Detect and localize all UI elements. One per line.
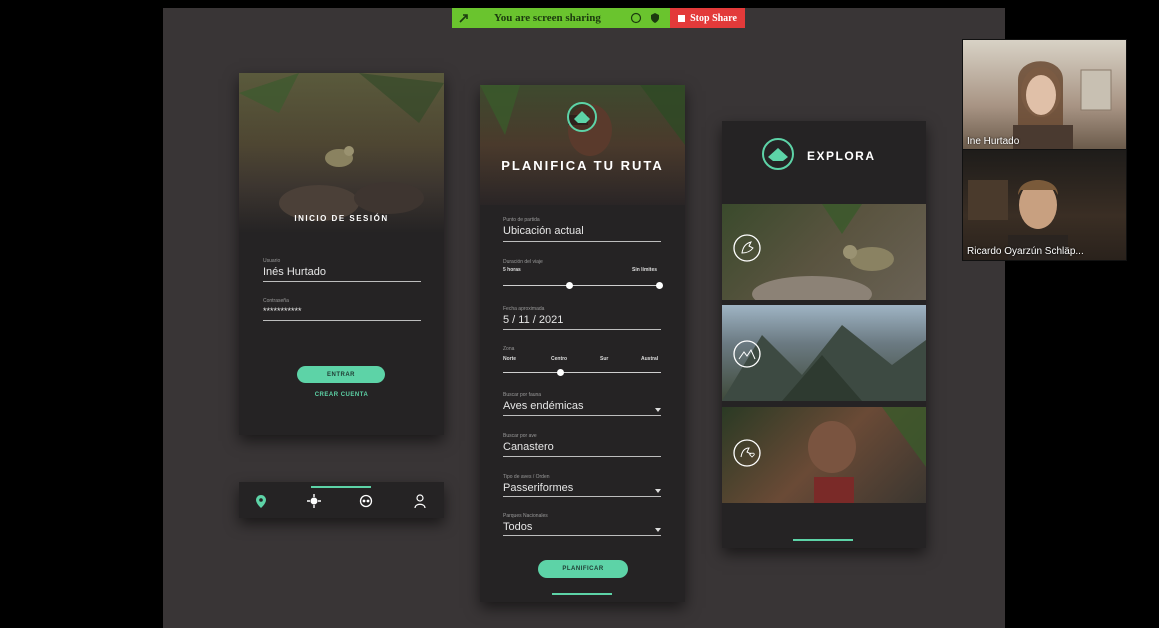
- parks-label: Parques Nacionales: [503, 513, 548, 519]
- mountain-icon: [733, 340, 761, 368]
- stop-share-label: Stop Share: [690, 12, 737, 24]
- compass-icon[interactable]: [307, 494, 321, 508]
- enter-button[interactable]: ENTRAR: [297, 366, 385, 383]
- date-field[interactable]: 5 / 11 / 2021: [503, 314, 563, 326]
- create-account-link[interactable]: CREAR CUENTA: [239, 392, 444, 398]
- bird-icon: [733, 234, 761, 262]
- bird-field[interactable]: Canastero: [503, 441, 554, 453]
- fauna-underline: [503, 415, 661, 416]
- user-field[interactable]: Inés Hurtado: [263, 266, 326, 278]
- app-logo-icon: [567, 102, 597, 132]
- plan-route-screen: PLANIFICA TU RUTA Punto de partida Ubica…: [480, 85, 685, 602]
- zone-sur[interactable]: Sur: [600, 356, 608, 362]
- fauna-dropdown-icon[interactable]: [655, 408, 661, 412]
- duration-slider-handle-max[interactable]: [656, 282, 663, 289]
- explore-screen: EXPLORA: [722, 121, 926, 548]
- zone-slider[interactable]: [503, 372, 661, 373]
- stop-share-button[interactable]: Stop Share: [670, 8, 745, 28]
- type-select[interactable]: Passeriformes: [503, 482, 573, 494]
- zone-label: Zona: [503, 346, 515, 352]
- participant-portrait: [968, 180, 1068, 260]
- user-underline: [263, 281, 421, 282]
- date-label: Fecha aproximada: [503, 306, 545, 312]
- screen-sharing-status: You are screen sharing: [494, 12, 601, 24]
- info-icon[interactable]: [630, 12, 642, 24]
- plan-button[interactable]: PLANIFICAR: [538, 560, 628, 578]
- duration-slider-handle-min[interactable]: [566, 282, 573, 289]
- explore-title: EXPLORA: [807, 149, 876, 163]
- participant-name-ricardo: Ricardo Oyarzún Schläp...: [967, 246, 1084, 257]
- start-underline: [503, 241, 661, 242]
- app-logo-icon: [762, 138, 794, 170]
- home-indicator: [793, 539, 853, 541]
- stop-icon: [678, 14, 686, 22]
- user-icon[interactable]: [414, 494, 426, 508]
- screen-share-bar: You are screen sharing: [452, 8, 670, 28]
- password-underline: [263, 320, 421, 321]
- parks-dropdown-icon[interactable]: [655, 528, 661, 532]
- share-arrow-icon: [459, 14, 468, 23]
- duration-slider[interactable]: [503, 285, 661, 286]
- zone-norte[interactable]: Norte: [503, 356, 516, 362]
- type-label: Tipo de aves / Orden: [503, 474, 550, 480]
- type-dropdown-icon[interactable]: [655, 489, 661, 493]
- bird-label: Buscar por ave: [503, 433, 537, 439]
- parks-select[interactable]: Todos: [503, 521, 532, 533]
- participant-portrait: [1013, 61, 1112, 150]
- password-field[interactable]: ***********: [263, 306, 302, 316]
- duration-max: Sin límites: [632, 267, 658, 273]
- duration-label: Duración del viaje: [503, 259, 543, 265]
- participant-name-ine: Ine Hurtado: [967, 136, 1020, 147]
- bottom-nav-bar: [239, 482, 444, 518]
- duration-min: 5 horas: [503, 267, 521, 273]
- bird-heart-icon: [733, 439, 761, 467]
- date-underline: [503, 329, 661, 330]
- shield-icon[interactable]: [649, 12, 661, 24]
- fauna-select[interactable]: Aves endémicas: [503, 400, 584, 412]
- home-indicator: [552, 593, 612, 595]
- location-pin-icon[interactable]: [256, 495, 266, 508]
- start-field[interactable]: Ubicación actual: [503, 225, 584, 237]
- login-title: INICIO DE SESIÓN: [294, 214, 389, 223]
- participant-video-ricardo[interactable]: Ricardo Oyarzún Schläp...: [962, 149, 1127, 261]
- bird-underline: [503, 456, 661, 457]
- binoculars-icon[interactable]: [359, 494, 373, 508]
- start-label: Punto de partida: [503, 217, 540, 223]
- zone-austral[interactable]: Austral: [641, 356, 658, 362]
- type-underline: [503, 496, 661, 497]
- password-label: Contraseña: [263, 298, 289, 304]
- zone-slider-handle[interactable]: [557, 369, 564, 376]
- login-screen: INICIO DE SESIÓN Usuario Inés Hurtado Co…: [239, 73, 444, 435]
- parks-underline: [503, 535, 661, 536]
- login-hero-image: [239, 73, 444, 233]
- participant-video-ine[interactable]: Ine Hurtado: [962, 39, 1127, 151]
- plan-title: PLANIFICA TU RUTA: [501, 158, 664, 173]
- bird-photo: [239, 73, 444, 221]
- user-label: Usuario: [263, 258, 281, 264]
- nav-active-indicator: [311, 486, 371, 488]
- zone-centro[interactable]: Centro: [551, 356, 567, 362]
- fauna-label: Buscar por fauna: [503, 392, 542, 398]
